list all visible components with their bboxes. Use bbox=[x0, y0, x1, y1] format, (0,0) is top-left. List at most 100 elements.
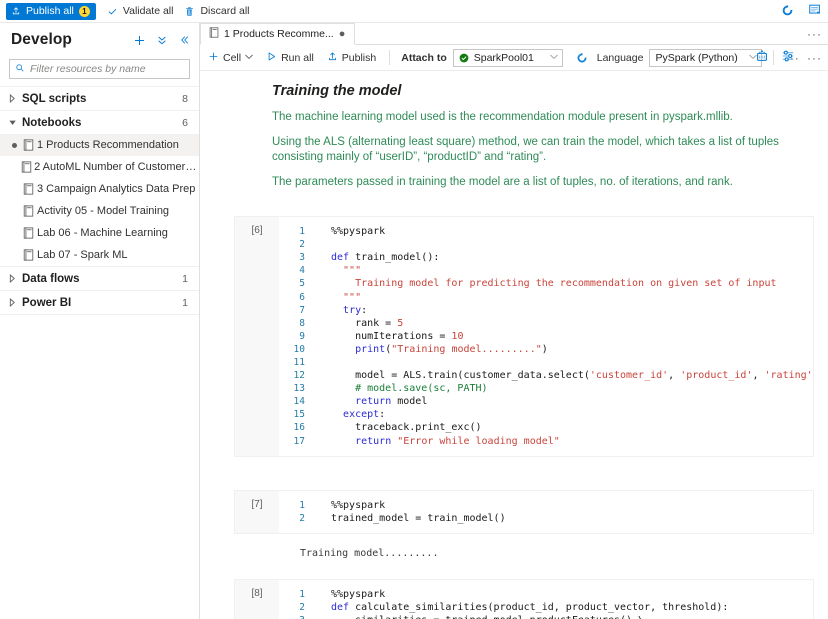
execution-count: [8] bbox=[251, 587, 263, 599]
tree-group-count: 1 bbox=[182, 272, 188, 285]
tree-group-sql-scripts[interactable]: SQL scripts 8 bbox=[0, 86, 199, 110]
develop-panel: Develop SQL bbox=[0, 23, 200, 619]
line-number: 2 bbox=[299, 239, 305, 251]
code-text: %%pyspark bbox=[331, 226, 386, 238]
filter-resources-box[interactable] bbox=[9, 59, 190, 79]
cell-output-7: Training model......... bbox=[300, 547, 439, 559]
sidebar-item-notebook-0[interactable]: 1 Products Recommendation bbox=[0, 134, 199, 156]
sidebar-item-notebook-3[interactable]: Activity 05 - Model Training bbox=[0, 200, 199, 222]
code-text: def calculate_similarities(product_id, p… bbox=[331, 601, 729, 613]
tree-group-power-bi[interactable]: Power BI 1 bbox=[0, 290, 199, 314]
code-line: 2 trained_model = train_model() bbox=[279, 512, 813, 525]
tree-group-data-flows[interactable]: Data flows 1 bbox=[0, 266, 199, 290]
sidebar-item-notebook-1[interactable]: 2 AutoML Number of Customer Visit... bbox=[0, 156, 199, 178]
code-line: 3 def train_model(): bbox=[279, 251, 813, 264]
attach-to-dropdown[interactable]: SparkPool01 bbox=[452, 48, 563, 67]
editor-tab-strip: 1 Products Recomme... ● ··· bbox=[200, 23, 828, 45]
code-line: 10 print("Training model.........") bbox=[279, 343, 813, 356]
code-line: 1 %%pyspark bbox=[279, 588, 813, 601]
code-line: 8 rank = 5 bbox=[279, 317, 813, 330]
code-line: 3 similarities = trained_model.productFe… bbox=[279, 614, 813, 619]
publish-icon bbox=[11, 6, 21, 16]
code-cell-box: [7] 1 %%pyspark 2 trained_model = train_mo… bbox=[234, 489, 814, 534]
settings-sliders-icon[interactable] bbox=[781, 49, 795, 66]
line-number: 15 bbox=[293, 409, 305, 421]
add-icon[interactable] bbox=[133, 34, 146, 47]
code-cell-box: [6] 1 %%pyspark 2 3 def train_model(): 4 "… bbox=[234, 216, 814, 457]
code-text: Training model for predicting the recomm… bbox=[331, 278, 777, 290]
feedback-icon[interactable] bbox=[808, 3, 822, 20]
code-text: model = ALS.train(customer_data.select('… bbox=[331, 370, 813, 382]
code-editor[interactable]: 1 %%pyspark 2 3 def train_model(): 4 """ 5… bbox=[279, 217, 813, 456]
code-line: 2 def calculate_similarities(product_id, … bbox=[279, 601, 813, 614]
tab-overflow-button[interactable]: ··· bbox=[807, 27, 822, 41]
code-line: 1 %%pyspark bbox=[279, 225, 813, 238]
check-icon bbox=[107, 6, 118, 17]
validate-all-button[interactable]: Validate all bbox=[107, 5, 173, 17]
notebook-toolbar: Cell Run all Publish Attach to SparkPool… bbox=[200, 45, 828, 71]
undo-icon[interactable] bbox=[576, 52, 588, 64]
top-command-bar: Publish all 1 Validate all Discard all bbox=[0, 0, 828, 23]
line-number: 3 bbox=[299, 252, 305, 264]
line-number: 1 bbox=[299, 226, 305, 238]
status-ok-icon bbox=[459, 53, 469, 63]
run-all-button[interactable]: Run all bbox=[266, 51, 314, 65]
attach-to-value: SparkPool01 bbox=[473, 51, 534, 64]
add-cell-label: Cell bbox=[223, 51, 242, 64]
chevron-down-icon bbox=[9, 119, 22, 127]
code-cell-8[interactable]: [8] 1 %%pyspark 2 def calculate_similariti… bbox=[234, 578, 814, 619]
execution-count-gutter: [7] bbox=[235, 490, 279, 533]
sidebar-item-label: 1 Products Recommendation bbox=[37, 139, 179, 151]
resource-tree: SQL scripts 8 Notebooks 6 1 Products Rec… bbox=[0, 86, 199, 315]
tab-label: 1 Products Recomme... bbox=[224, 28, 334, 40]
notebook-icon bbox=[20, 139, 37, 151]
line-number: 5 bbox=[299, 278, 305, 290]
code-text: return "Error while loading model" bbox=[355, 435, 560, 447]
search-icon bbox=[15, 62, 25, 76]
code-text: """ bbox=[331, 291, 362, 303]
notebook-more-button[interactable]: ··· bbox=[807, 51, 822, 65]
notebook-icon bbox=[19, 161, 34, 173]
filter-row bbox=[0, 57, 199, 85]
develop-panel-header: Develop bbox=[0, 23, 199, 57]
language-dropdown[interactable]: PySpark (Python) bbox=[649, 48, 762, 67]
discard-all-button[interactable]: Discard all bbox=[184, 5, 249, 17]
refresh-icon[interactable] bbox=[781, 4, 794, 20]
notebook-icon bbox=[20, 249, 37, 261]
top-bar-right-actions bbox=[781, 0, 822, 23]
code-text: %%pyspark bbox=[331, 499, 386, 511]
collapse-panel-icon[interactable] bbox=[178, 34, 190, 46]
notebook-canvas[interactable]: Training the model The machine learning … bbox=[200, 71, 828, 619]
tree-group-notebooks[interactable]: Notebooks 6 bbox=[0, 110, 199, 134]
line-number: 16 bbox=[293, 422, 305, 434]
filter-resources-input[interactable] bbox=[30, 63, 184, 75]
sidebar-item-notebook-4[interactable]: Lab 06 - Machine Learning bbox=[0, 222, 199, 244]
code-line: 9 numIterations = 10 bbox=[279, 330, 813, 343]
line-number: 2 bbox=[299, 601, 305, 613]
code-cell-6[interactable]: [6] 1 %%pyspark 2 3 def train_model(): 4 "… bbox=[234, 216, 814, 457]
tree-group-label: SQL scripts bbox=[22, 92, 87, 105]
tree-group-count: 8 bbox=[182, 92, 188, 105]
code-editor[interactable]: 1 %%pyspark 2 def calculate_similarities(p… bbox=[279, 579, 813, 619]
cell-spacer bbox=[234, 457, 828, 490]
line-number: 6 bbox=[299, 291, 305, 303]
publish-button[interactable]: Publish bbox=[327, 51, 376, 65]
code-line: 7 try: bbox=[279, 304, 813, 317]
add-cell-button[interactable]: Cell bbox=[208, 51, 253, 65]
variables-icon[interactable] bbox=[755, 49, 769, 66]
publish-all-button[interactable]: Publish all 1 bbox=[6, 2, 96, 20]
sidebar-item-notebook-5[interactable]: Lab 07 - Spark ML bbox=[0, 244, 199, 266]
markdown-cell[interactable]: Training the model The machine learning … bbox=[234, 71, 828, 190]
code-editor[interactable]: 1 %%pyspark 2 trained_model = train_model(… bbox=[279, 490, 813, 533]
line-number: 14 bbox=[293, 396, 305, 408]
tree-group-label: Power BI bbox=[22, 296, 72, 309]
chevron-right-icon bbox=[9, 94, 22, 103]
tab-products-recommendation[interactable]: 1 Products Recomme... ● bbox=[200, 23, 356, 45]
sidebar-item-label: Lab 06 - Machine Learning bbox=[37, 227, 168, 239]
collapse-all-icon[interactable] bbox=[156, 34, 168, 46]
notebook-icon bbox=[20, 227, 37, 239]
code-text: except: bbox=[343, 409, 386, 421]
sidebar-item-notebook-2[interactable]: 3 Campaign Analytics Data Prep bbox=[0, 178, 199, 200]
code-cell-7[interactable]: [7] 1 %%pyspark 2 trained_model = train_mo… bbox=[234, 489, 814, 573]
code-line: 15 except: bbox=[279, 408, 813, 421]
